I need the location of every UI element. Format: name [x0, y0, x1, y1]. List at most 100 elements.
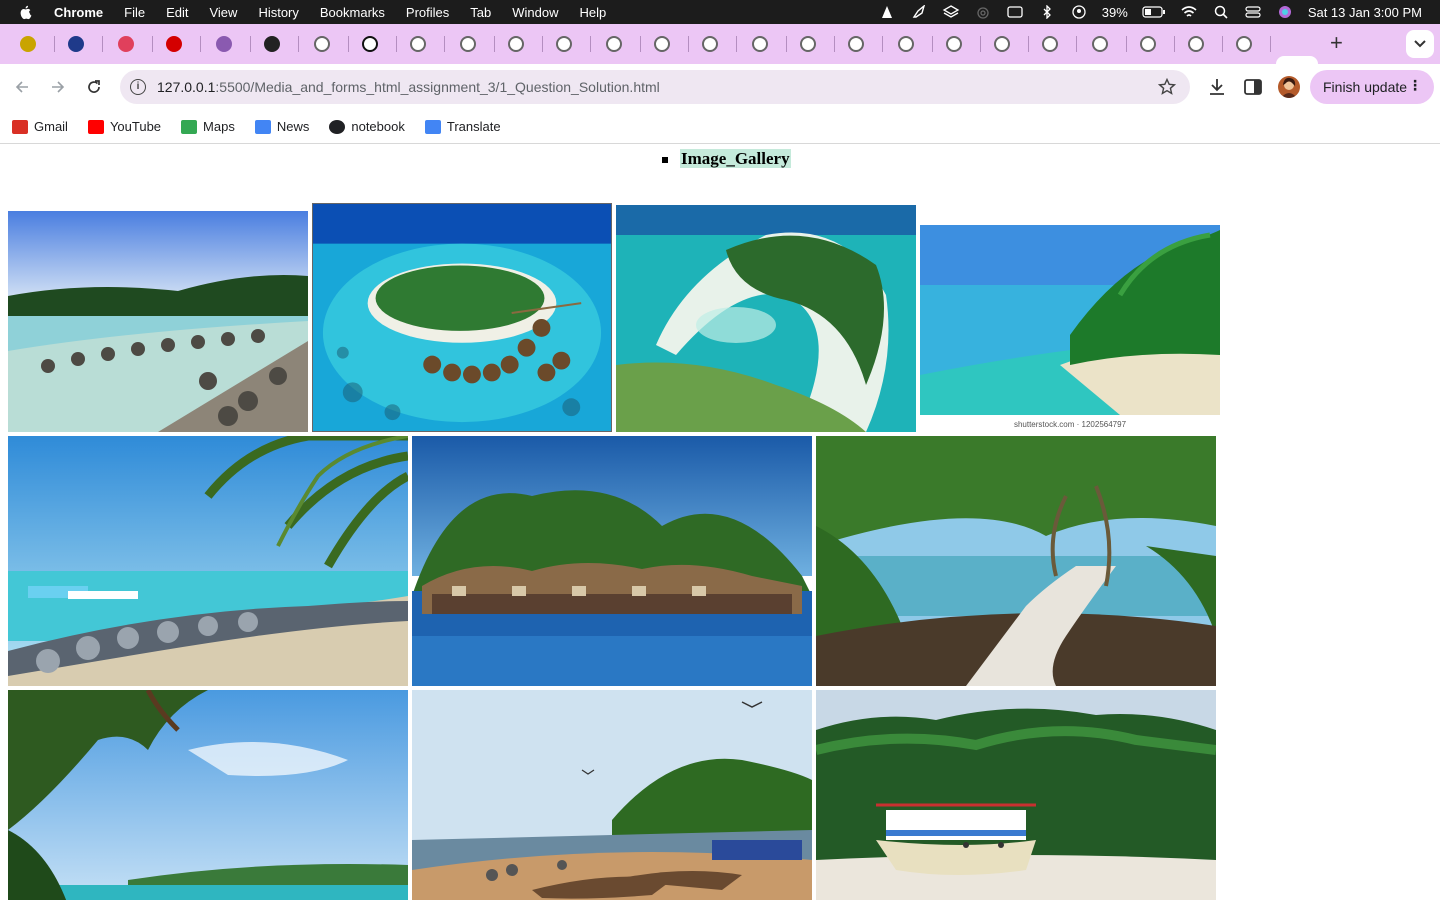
browser-tab[interactable]: [1140, 33, 1175, 55]
browser-tab[interactable]: [654, 33, 689, 55]
reload-button[interactable]: [83, 76, 105, 98]
airdrop-icon[interactable]: [974, 5, 992, 19]
browser-tab[interactable]: [508, 33, 543, 55]
finish-update-button[interactable]: Finish update ⋮: [1310, 70, 1434, 104]
menu-bookmarks[interactable]: Bookmarks: [320, 5, 385, 20]
browser-tab[interactable]: [994, 33, 1029, 55]
arrow-right-icon: [52, 81, 65, 93]
page-viewport: Image_Gallery shutterstock.com · 1202564…: [0, 145, 1440, 900]
browser-tab[interactable]: [216, 33, 251, 55]
menu-view[interactable]: View: [209, 5, 237, 20]
browser-tab[interactable]: [118, 33, 153, 55]
browser-tab[interactable]: [946, 33, 981, 55]
list-bullet: [662, 157, 668, 163]
address-bar[interactable]: i 127.0.0.1:5500/Media_and_forms_html_as…: [120, 70, 1190, 104]
bookmark-gmail[interactable]: Gmail: [12, 119, 68, 134]
bookmark-news[interactable]: News: [254, 119, 310, 134]
browser-tab[interactable]: [1188, 33, 1223, 55]
browser-tab[interactable]: [898, 33, 933, 55]
tab-favicon-icon: [264, 36, 280, 52]
app-menu-chrome[interactable]: Chrome: [54, 5, 103, 20]
browser-tab[interactable]: [410, 33, 445, 55]
browser-tab[interactable]: [800, 33, 835, 55]
siri-icon[interactable]: [1276, 5, 1294, 19]
battery-icon[interactable]: [1142, 5, 1166, 19]
spotlight-search-icon[interactable]: [1212, 5, 1230, 19]
tab-separator: [1076, 36, 1077, 52]
site-info-icon[interactable]: i: [130, 79, 146, 95]
url-host: 127.0.0.1: [157, 79, 216, 95]
list-item: Image_Gallery: [662, 149, 791, 169]
browser-tab[interactable]: [20, 33, 55, 55]
browser-tab[interactable]: [1236, 33, 1271, 55]
tab-separator: [590, 36, 591, 52]
user-account-icon[interactable]: [1070, 5, 1088, 19]
finish-update-label: Finish update: [1323, 79, 1408, 95]
rocket-icon[interactable]: [910, 5, 928, 19]
menu-file[interactable]: File: [124, 5, 145, 20]
browser-tab[interactable]: [702, 33, 737, 55]
bookmark-youtube[interactable]: YouTube: [87, 119, 162, 134]
tab-favicon-icon: [1188, 36, 1204, 52]
menubar-clock: Sat 13 Jan 3:00 PM: [1307, 4, 1422, 20]
bookmark-label: YouTube: [109, 119, 162, 134]
menu-tab[interactable]: Tab: [470, 5, 491, 20]
bookmark-translate[interactable]: Translate: [424, 119, 501, 134]
menu-window[interactable]: Window: [512, 5, 558, 20]
bluetooth-icon[interactable]: [1038, 5, 1056, 19]
menu-edit[interactable]: Edit: [166, 5, 188, 20]
browser-tab[interactable]: [460, 33, 495, 55]
control-center-icon[interactable]: [1244, 5, 1262, 19]
menu-profiles[interactable]: Profiles: [406, 5, 449, 20]
bookmark-maps[interactable]: Maps: [181, 119, 235, 134]
vlc-icon[interactable]: [878, 5, 896, 19]
url-path: :5500/Media_and_forms_html_assignment_3/…: [215, 79, 660, 95]
new-tab-button[interactable]: +: [1330, 30, 1343, 56]
browser-tab[interactable]: [68, 33, 103, 55]
browser-tab[interactable]: [166, 33, 201, 55]
tab-separator: [834, 36, 835, 52]
browser-tab[interactable]: [848, 33, 883, 55]
browser-tab[interactable]: [362, 33, 397, 55]
aerial-island-lagoon-photo: [616, 205, 916, 432]
tab-favicon-icon: [362, 36, 378, 52]
browser-tab[interactable]: [1042, 33, 1077, 55]
tab-separator: [444, 36, 445, 52]
url-text[interactable]: 127.0.0.1:5500/Media_and_forms_html_assi…: [157, 79, 660, 95]
bookmark-label: notebook: [351, 119, 405, 134]
tab-separator: [1222, 36, 1223, 52]
bookmark-label: News: [276, 119, 310, 134]
browser-tab[interactable]: [606, 33, 641, 55]
bookmark-star-icon[interactable]: [1158, 78, 1176, 96]
tab-favicon-icon: [118, 36, 134, 52]
download-icon[interactable]: [1206, 76, 1228, 98]
bookmark-notebook[interactable]: notebook: [329, 119, 405, 134]
more-menu-icon[interactable]: ⋮: [1408, 77, 1422, 94]
tab-favicon-icon: [314, 36, 330, 52]
browser-tab[interactable]: [314, 33, 349, 55]
menu-help[interactable]: Help: [580, 5, 607, 20]
maps-icon: [181, 119, 198, 134]
tab-separator: [932, 36, 933, 52]
bookmark-label: Translate: [446, 119, 501, 134]
browser-tab[interactable]: [556, 33, 591, 55]
arrow-left-icon: [15, 81, 28, 93]
side-panel-icon[interactable]: [1242, 76, 1264, 98]
browser-tab[interactable]: [752, 33, 787, 55]
browser-tab[interactable]: [264, 33, 299, 55]
tab-separator: [200, 36, 201, 52]
forward-button[interactable]: [47, 76, 69, 98]
menu-history[interactable]: History: [258, 5, 298, 20]
wifi-icon[interactable]: [1180, 5, 1198, 19]
apple-icon[interactable]: [18, 4, 34, 20]
tab-search-button[interactable]: [1406, 30, 1434, 58]
profile-avatar[interactable]: [1278, 76, 1300, 98]
browser-tab[interactable]: [1092, 33, 1127, 55]
gallery-title: Image_Gallery: [680, 149, 791, 168]
notebook-icon: [329, 119, 346, 134]
tab-separator: [736, 36, 737, 52]
back-button[interactable]: [11, 76, 33, 98]
tab-separator: [152, 36, 153, 52]
layers-icon[interactable]: [942, 5, 960, 19]
keyboard-input-icon[interactable]: [1006, 5, 1024, 19]
